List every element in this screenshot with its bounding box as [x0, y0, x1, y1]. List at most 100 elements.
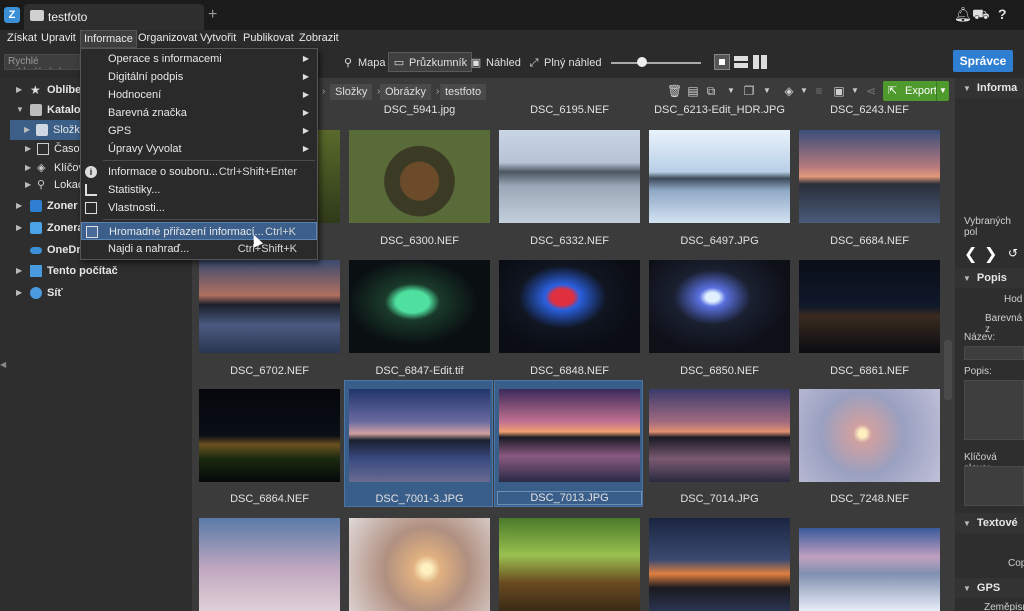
file-thumbnail[interactable]: DSC_7248.NEF — [799, 389, 940, 511]
file-thumbnail[interactable]: DSC_6684.NEF — [799, 130, 940, 252]
file-thumbnail-selected[interactable]: DSC_7001-3.JPG — [344, 380, 493, 507]
breadcrumb-item[interactable]: Obrázky — [380, 84, 431, 100]
app-logo-icon[interactable]: Z — [4, 7, 20, 23]
file-thumbnail[interactable]: DSC_6864.NEF — [199, 389, 340, 511]
thumbnail-partial[interactable] — [649, 518, 790, 611]
expand-arrow-icon[interactable]: ▼ — [963, 274, 971, 283]
chevron-down-icon[interactable]: ▼ — [797, 84, 811, 98]
menu-item-digital-signature[interactable]: Digitální podpis ▶ — [81, 68, 317, 86]
collapse-left-panel-icon[interactable]: ◀ — [0, 360, 6, 369]
menu-item-find-replace[interactable]: Najdi a nahraď... Ctrl+Shift+K — [81, 240, 317, 258]
collapse-arrow-icon[interactable]: ▶ — [16, 283, 22, 303]
menu-bar: Získat Upravit Informace Organizovat Vyt… — [0, 30, 1024, 48]
filter-icon[interactable]: ≡ — [812, 84, 826, 98]
copy-icon[interactable]: ⧉ — [704, 84, 718, 98]
expand-arrow-icon[interactable]: ▼ — [16, 100, 24, 120]
chevron-down-icon[interactable]: ▼ — [760, 84, 774, 98]
export-dropdown-icon[interactable]: ▼ — [936, 81, 949, 101]
menu-item-properties[interactable]: Vlastnosti... — [81, 199, 317, 217]
collapse-arrow-icon[interactable]: ▶ — [24, 120, 30, 140]
collapse-arrow-icon[interactable]: ▶ — [25, 175, 31, 195]
vertical-scrollbar[interactable] — [944, 340, 952, 400]
view-columns-button[interactable] — [752, 54, 768, 70]
menu-item-info-operations[interactable]: Operace s informacemi ▶ — [81, 50, 317, 68]
rotate-icon[interactable]: ↺ — [1008, 246, 1018, 260]
rating-label: Hod — [1004, 294, 1023, 305]
collapse-arrow-icon[interactable]: ▶ — [16, 261, 22, 281]
layers-icon[interactable]: ◈ — [782, 84, 796, 98]
breadcrumb-item[interactable]: Složky — [330, 84, 373, 100]
thumbnail-partial[interactable] — [499, 518, 640, 611]
description-section-header[interactable]: ▼ Popis — [955, 268, 1024, 288]
notification-bell-icon[interactable]: 🔔︎ — [954, 6, 972, 23]
expand-arrow-icon[interactable]: ▼ — [963, 84, 971, 93]
menu-item-batch-assign-info[interactable]: Hromadné přiřazení informací... Ctrl+K — [81, 222, 317, 240]
chevron-down-icon[interactable]: ▼ — [724, 84, 738, 98]
file-thumbnail[interactable]: DSC_6300.NEF — [349, 130, 490, 252]
menu-publikovat[interactable]: Publikovat — [240, 32, 297, 44]
mode-explorer[interactable]: ▭ Průzkumník — [388, 52, 473, 72]
open-with-icon[interactable]: ▣ — [832, 84, 846, 98]
mode-preview[interactable]: ▣ Náhled — [466, 53, 525, 73]
file-thumbnail[interactable]: DSC_6861.NEF — [799, 260, 940, 382]
menu-item-color-label[interactable]: Barevná značka ▶ — [81, 104, 317, 122]
new-folder-icon[interactable]: ▤ — [686, 84, 700, 98]
file-thumbnail[interactable]: DSC_6847-Edit.tif — [349, 260, 490, 382]
info-section-header[interactable]: ▼ Informa — [955, 78, 1024, 98]
menu-zobrazit[interactable]: Zobrazit — [296, 32, 342, 44]
menu-item-rating[interactable]: Hodnocení ▶ — [81, 86, 317, 104]
file-thumbnail[interactable]: DSC_6497.JPG — [649, 130, 790, 252]
tree-this-pc[interactable]: ▶ Tento počítač — [0, 261, 180, 281]
collapse-arrow-icon[interactable]: ▶ — [16, 218, 22, 238]
thumbnail-partial[interactable] — [199, 518, 340, 611]
tab-testfoto[interactable]: testfoto — [24, 4, 204, 30]
trash-icon[interactable]: 🗑︎ — [667, 84, 682, 98]
view-list-button[interactable] — [733, 54, 749, 70]
thumbnail-partial[interactable] — [349, 518, 490, 611]
breadcrumb-item[interactable]: testfoto — [440, 84, 487, 100]
slider-knob[interactable] — [637, 57, 647, 67]
description-textarea[interactable] — [964, 380, 1024, 440]
menu-organizovat[interactable]: Organizovat — [135, 32, 200, 44]
name-input[interactable] — [964, 346, 1024, 360]
share-icon[interactable]: ⋖ — [864, 84, 878, 98]
collapse-arrow-icon[interactable]: ▶ — [16, 80, 22, 100]
menu-ziskat[interactable]: Získat — [4, 32, 40, 44]
menu-informace[interactable]: Informace — [80, 30, 137, 48]
menu-upravit[interactable]: Upravit — [38, 32, 79, 44]
file-name: DSC_6243.NEF — [830, 104, 909, 116]
menu-item-file-info[interactable]: i Informace o souboru... Ctrl+Shift+Enter — [81, 163, 317, 181]
collapse-arrow-icon[interactable]: ▶ — [16, 196, 22, 216]
add-tab-icon[interactable]: + — [208, 6, 217, 24]
file-thumbnail-selected[interactable]: DSC_7013.JPG — [494, 380, 643, 507]
menu-vytvorit[interactable]: Vytvořit — [197, 32, 239, 44]
quick-search-input[interactable]: Rychlé vyhledávání — [4, 54, 80, 70]
file-thumbnail[interactable]: DSC_6850.NEF — [649, 260, 790, 382]
text-section-header[interactable]: ▼ Textové — [955, 513, 1024, 533]
expand-arrow-icon[interactable]: ▼ — [963, 584, 971, 593]
file-thumbnail[interactable]: DSC_7014.JPG — [649, 389, 790, 511]
thumbnail-size-slider[interactable] — [611, 62, 701, 64]
mode-full-preview[interactable]: ⤢ Plný náhled — [524, 53, 606, 73]
thumbnail-partial[interactable] — [799, 528, 940, 611]
menu-item-statistics[interactable]: Statistiky... — [81, 181, 317, 199]
gps-section-header[interactable]: ▼ GPS — [955, 578, 1024, 598]
menu-item-gps[interactable]: GPS ▶ — [81, 122, 317, 140]
expand-arrow-icon[interactable]: ▼ — [963, 519, 971, 528]
previous-icon[interactable]: ❮ — [964, 244, 977, 264]
file-thumbnail[interactable]: DSC_6332.NEF — [499, 130, 640, 252]
collapse-arrow-icon[interactable]: ▶ — [25, 139, 31, 159]
view-grid-button[interactable] — [714, 54, 730, 70]
tree-network[interactable]: ▶ Síť — [0, 283, 180, 303]
mode-map[interactable]: ⚲ Mapa — [338, 53, 390, 73]
chevron-down-icon[interactable]: ▼ — [848, 84, 862, 98]
next-icon[interactable]: ❯ — [984, 244, 997, 264]
menu-item-develop-edits[interactable]: Úpravy Vyvolat ▶ — [81, 140, 317, 158]
file-thumbnail[interactable]: DSC_6702.NEF — [199, 260, 340, 382]
copy-to-icon[interactable]: ❐ — [742, 84, 756, 98]
cart-icon[interactable]: ⛟ — [972, 6, 990, 25]
file-thumbnail[interactable]: DSC_6848.NEF — [499, 260, 640, 382]
manager-button[interactable]: Správce — [953, 50, 1013, 72]
help-icon[interactable]: ? — [998, 6, 1007, 22]
keywords-input[interactable] — [964, 466, 1024, 506]
